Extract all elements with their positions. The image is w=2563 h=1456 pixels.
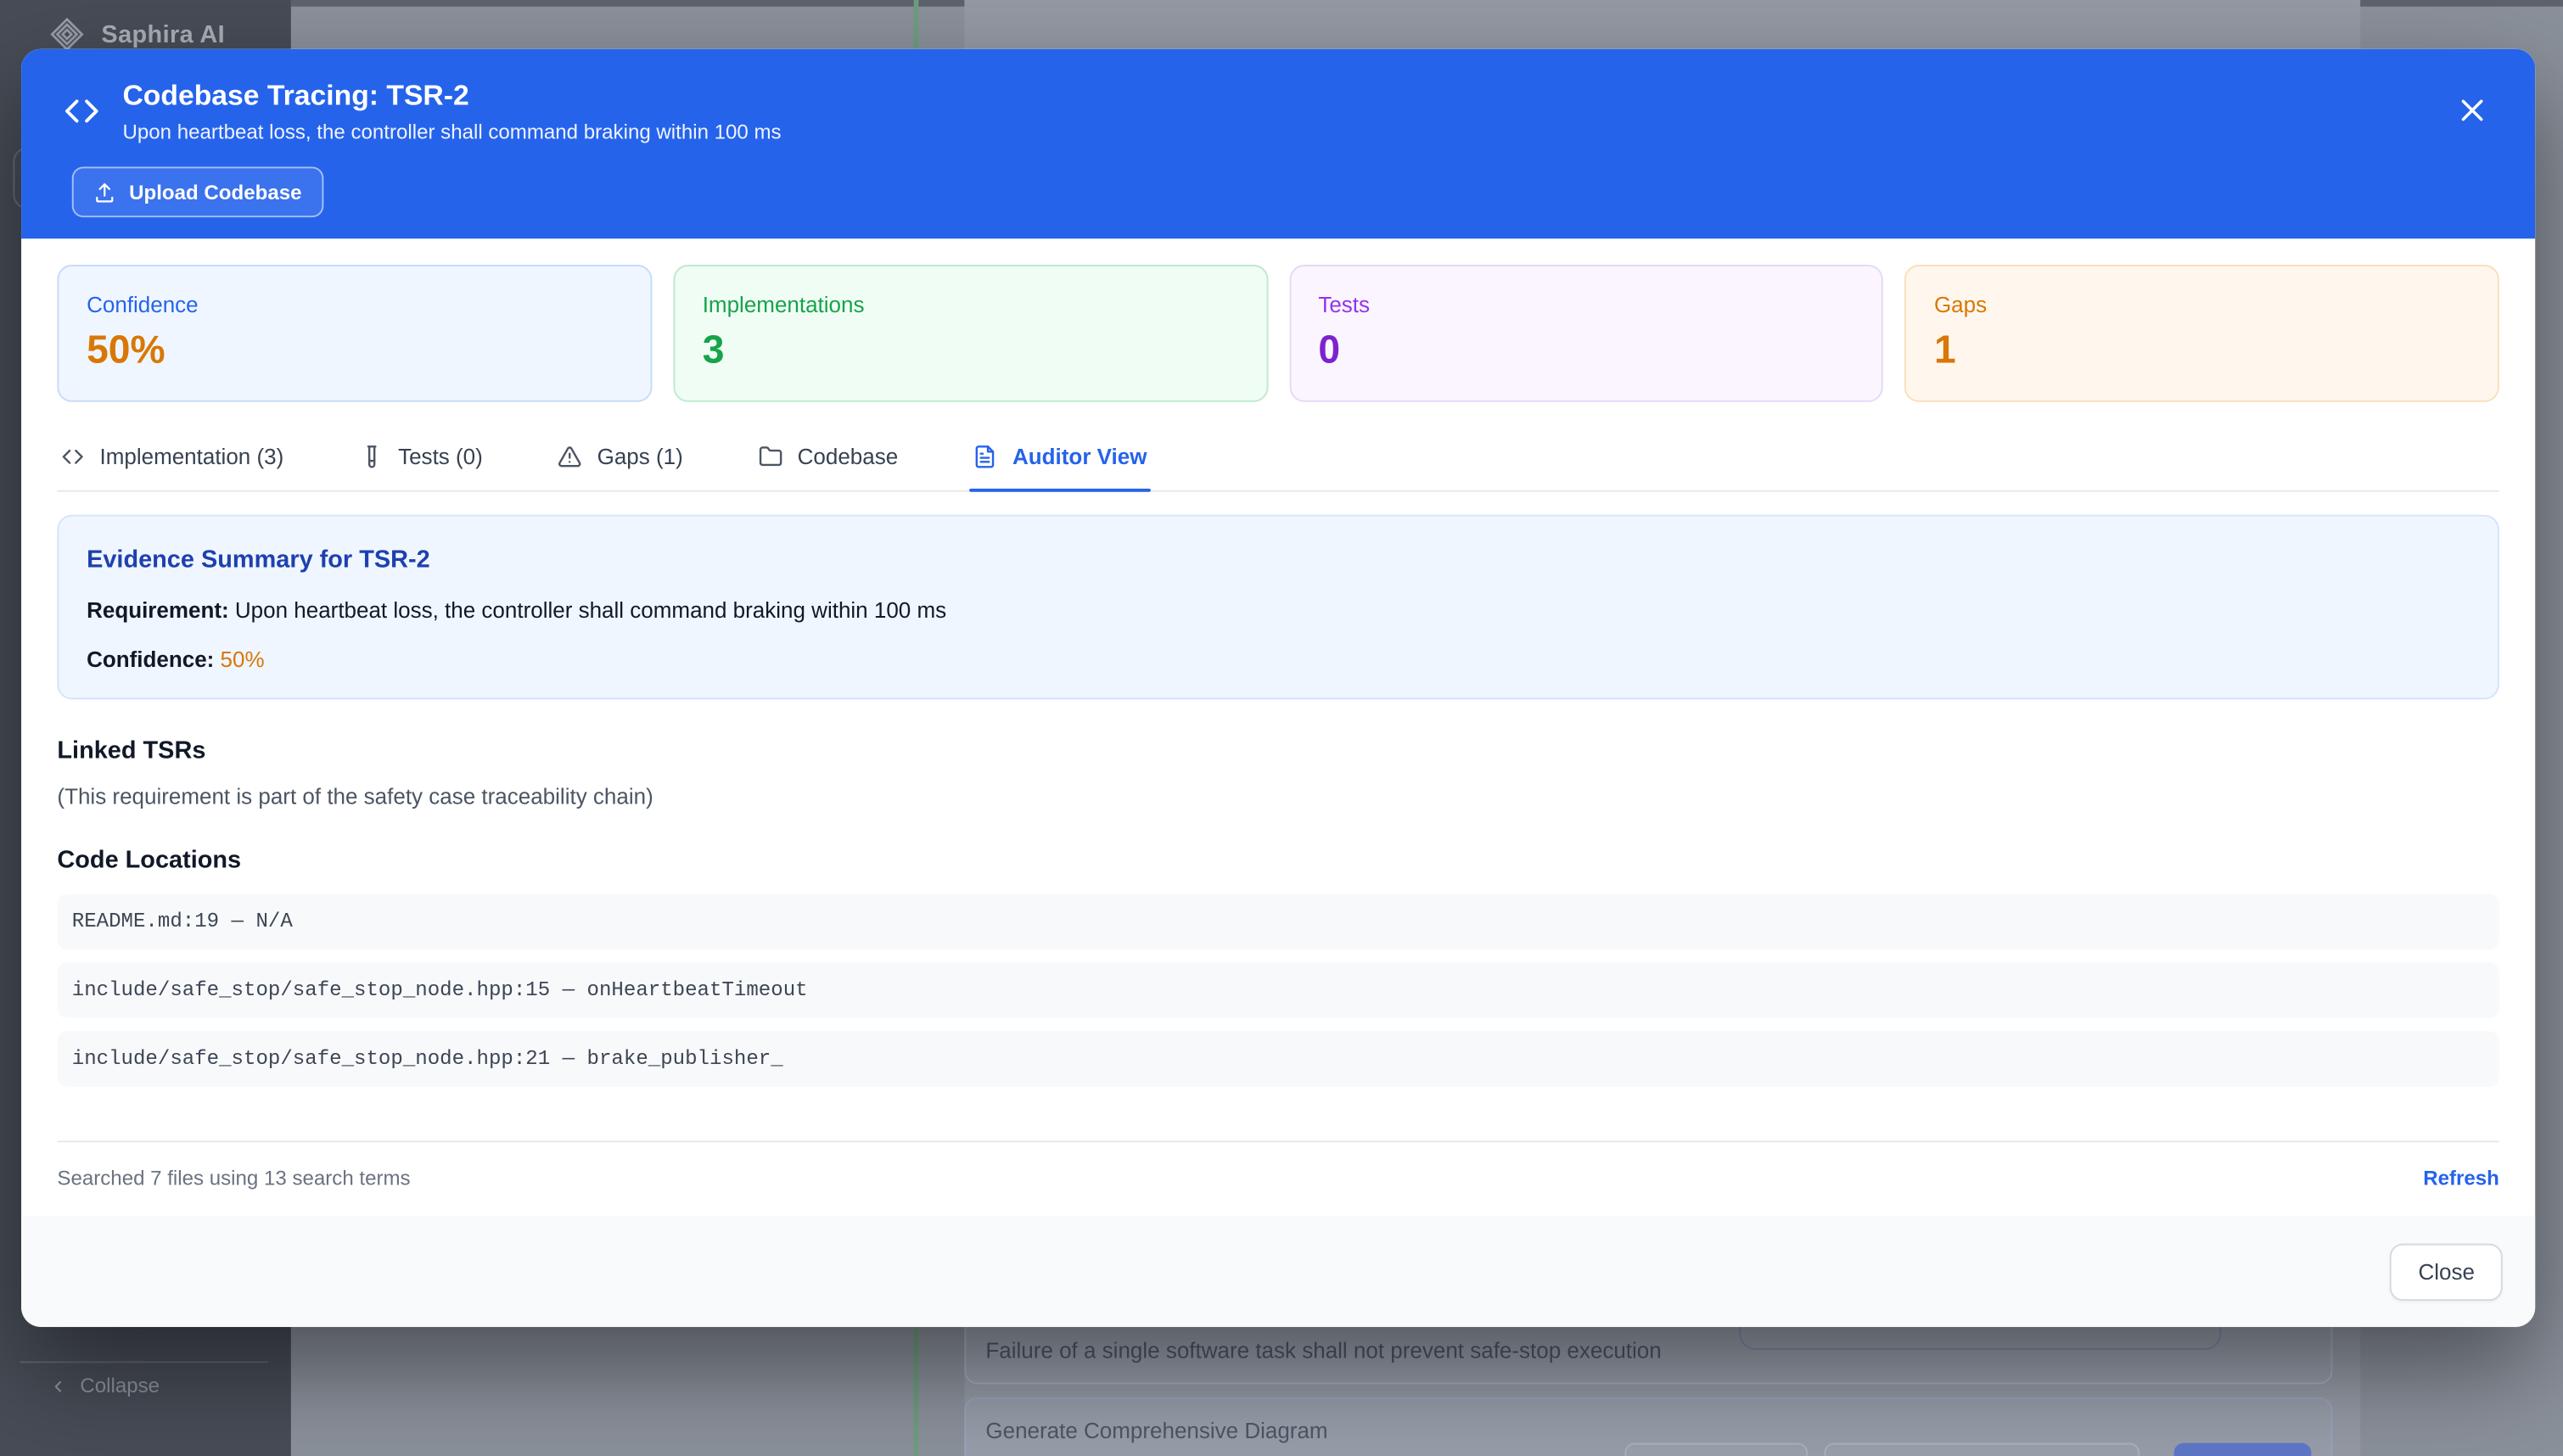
modal-header: Codebase Tracing: TSR-2 Upon heartbeat l… [21,49,2535,238]
code-icon [60,445,85,469]
stat-card-gaps: Gaps 1 [1904,265,2499,402]
footer-divider [57,1140,2499,1142]
stats-row: Confidence 50% Implementations 3 Tests 0… [57,265,2499,402]
linked-tsrs-note: (This requirement is part of the safety … [57,784,2499,809]
file-text-icon [973,445,998,469]
stat-label: Gaps [1934,293,2470,317]
sidebar-collapse-button[interactable]: Collapse [49,1375,160,1397]
code-locations-heading: Code Locations [57,847,2499,875]
modal-subtitle: Upon heartbeat loss, the controller shal… [122,121,781,144]
codebase-tracing-modal: Codebase Tracing: TSR-2 Upon heartbeat l… [21,49,2535,1327]
tab-gaps[interactable]: Gaps (1) [555,445,687,490]
code-location-row: README.md:19 — N/A [57,894,2499,949]
modal-footer-bar: Close [21,1216,2535,1327]
stat-value: 1 [1934,328,2470,374]
saphira-diamond-icon [49,16,85,52]
sidebar-divider [20,1361,268,1363]
close-icon [2456,94,2487,126]
stat-card-implementations: Implementations 3 [673,265,1268,402]
evidence-confidence-line: Confidence: 50% [87,647,2470,672]
evidence-requirement-line: Requirement: Upon heartbeat loss, the co… [87,598,2470,623]
search-summary: Searched 7 files using 13 search terms [57,1167,410,1190]
collapse-label: Collapse [80,1375,160,1397]
tab-implementation[interactable]: Implementation (3) [57,445,287,490]
footer-info-row: Searched 7 files using 13 search terms R… [57,1167,2499,1190]
brand-name: Saphira AI [101,20,225,48]
chevron-left-icon [49,1377,67,1395]
background-requirement-text: Failure of a single software task shall … [985,1338,1661,1363]
code-locations-list: README.md:19 — N/A include/safe_stop/saf… [57,894,2499,1087]
stat-value: 0 [1318,328,1854,374]
refresh-link[interactable]: Refresh [2423,1167,2499,1190]
generate-diagram-card: Generate Comprehensive Diagram ⌄Flowchar… [964,1397,2332,1456]
app-screen: Saphira AI Collapse Failure of a single … [0,0,2563,1456]
tab-codebase[interactable]: Codebase [755,445,901,490]
upload-icon [93,181,116,204]
stat-card-tests: Tests 0 [1289,265,1884,402]
folder-icon [758,445,782,469]
modal-close-button[interactable] [2450,88,2493,131]
code-location-row: include/safe_stop/safe_stop_node.hpp:21 … [57,1031,2499,1086]
stat-label: Implementations [703,293,1238,317]
tab-tests[interactable]: Tests (0) [356,445,486,490]
upload-label: Upload Codebase [129,181,301,204]
modal-title: Codebase Tracing: TSR-2 [122,78,781,112]
linked-tsrs-heading: Linked TSRs [57,737,2499,765]
generate-diagram-title: Generate Comprehensive Diagram [985,1419,1327,1443]
evidence-summary-box: Evidence Summary for TSR-2 Requirement: … [57,515,2499,700]
evidence-title: Evidence Summary for TSR-2 [87,546,2470,574]
brand-logo: Saphira AI [49,16,225,52]
generate-button[interactable]: ⚡ Generate [2174,1443,2312,1456]
tab-auditor-view[interactable]: Auditor View [970,445,1150,490]
modal-tabs: Implementation (3) Tests (0) Gaps (1) Co… [57,445,2499,492]
code-location-row: include/safe_stop/safe_stop_node.hpp:15 … [57,962,2499,1017]
diagram-scope-select[interactable]: ⌄System Architecture... [1824,1443,2140,1456]
warning-triangle-icon [558,445,582,469]
upload-codebase-button[interactable]: Upload Codebase [72,166,323,217]
stat-label: Tests [1318,293,1854,317]
diagram-type-select[interactable]: ⌄Flowchart [1624,1443,1808,1456]
stat-label: Confidence [87,293,622,317]
stat-value: 3 [703,328,1238,374]
stat-value: 50% [87,328,622,374]
test-tube-icon [359,445,384,469]
code-icon [62,92,101,131]
close-button[interactable]: Close [2391,1243,2503,1300]
stat-card-confidence: Confidence 50% [57,265,652,402]
